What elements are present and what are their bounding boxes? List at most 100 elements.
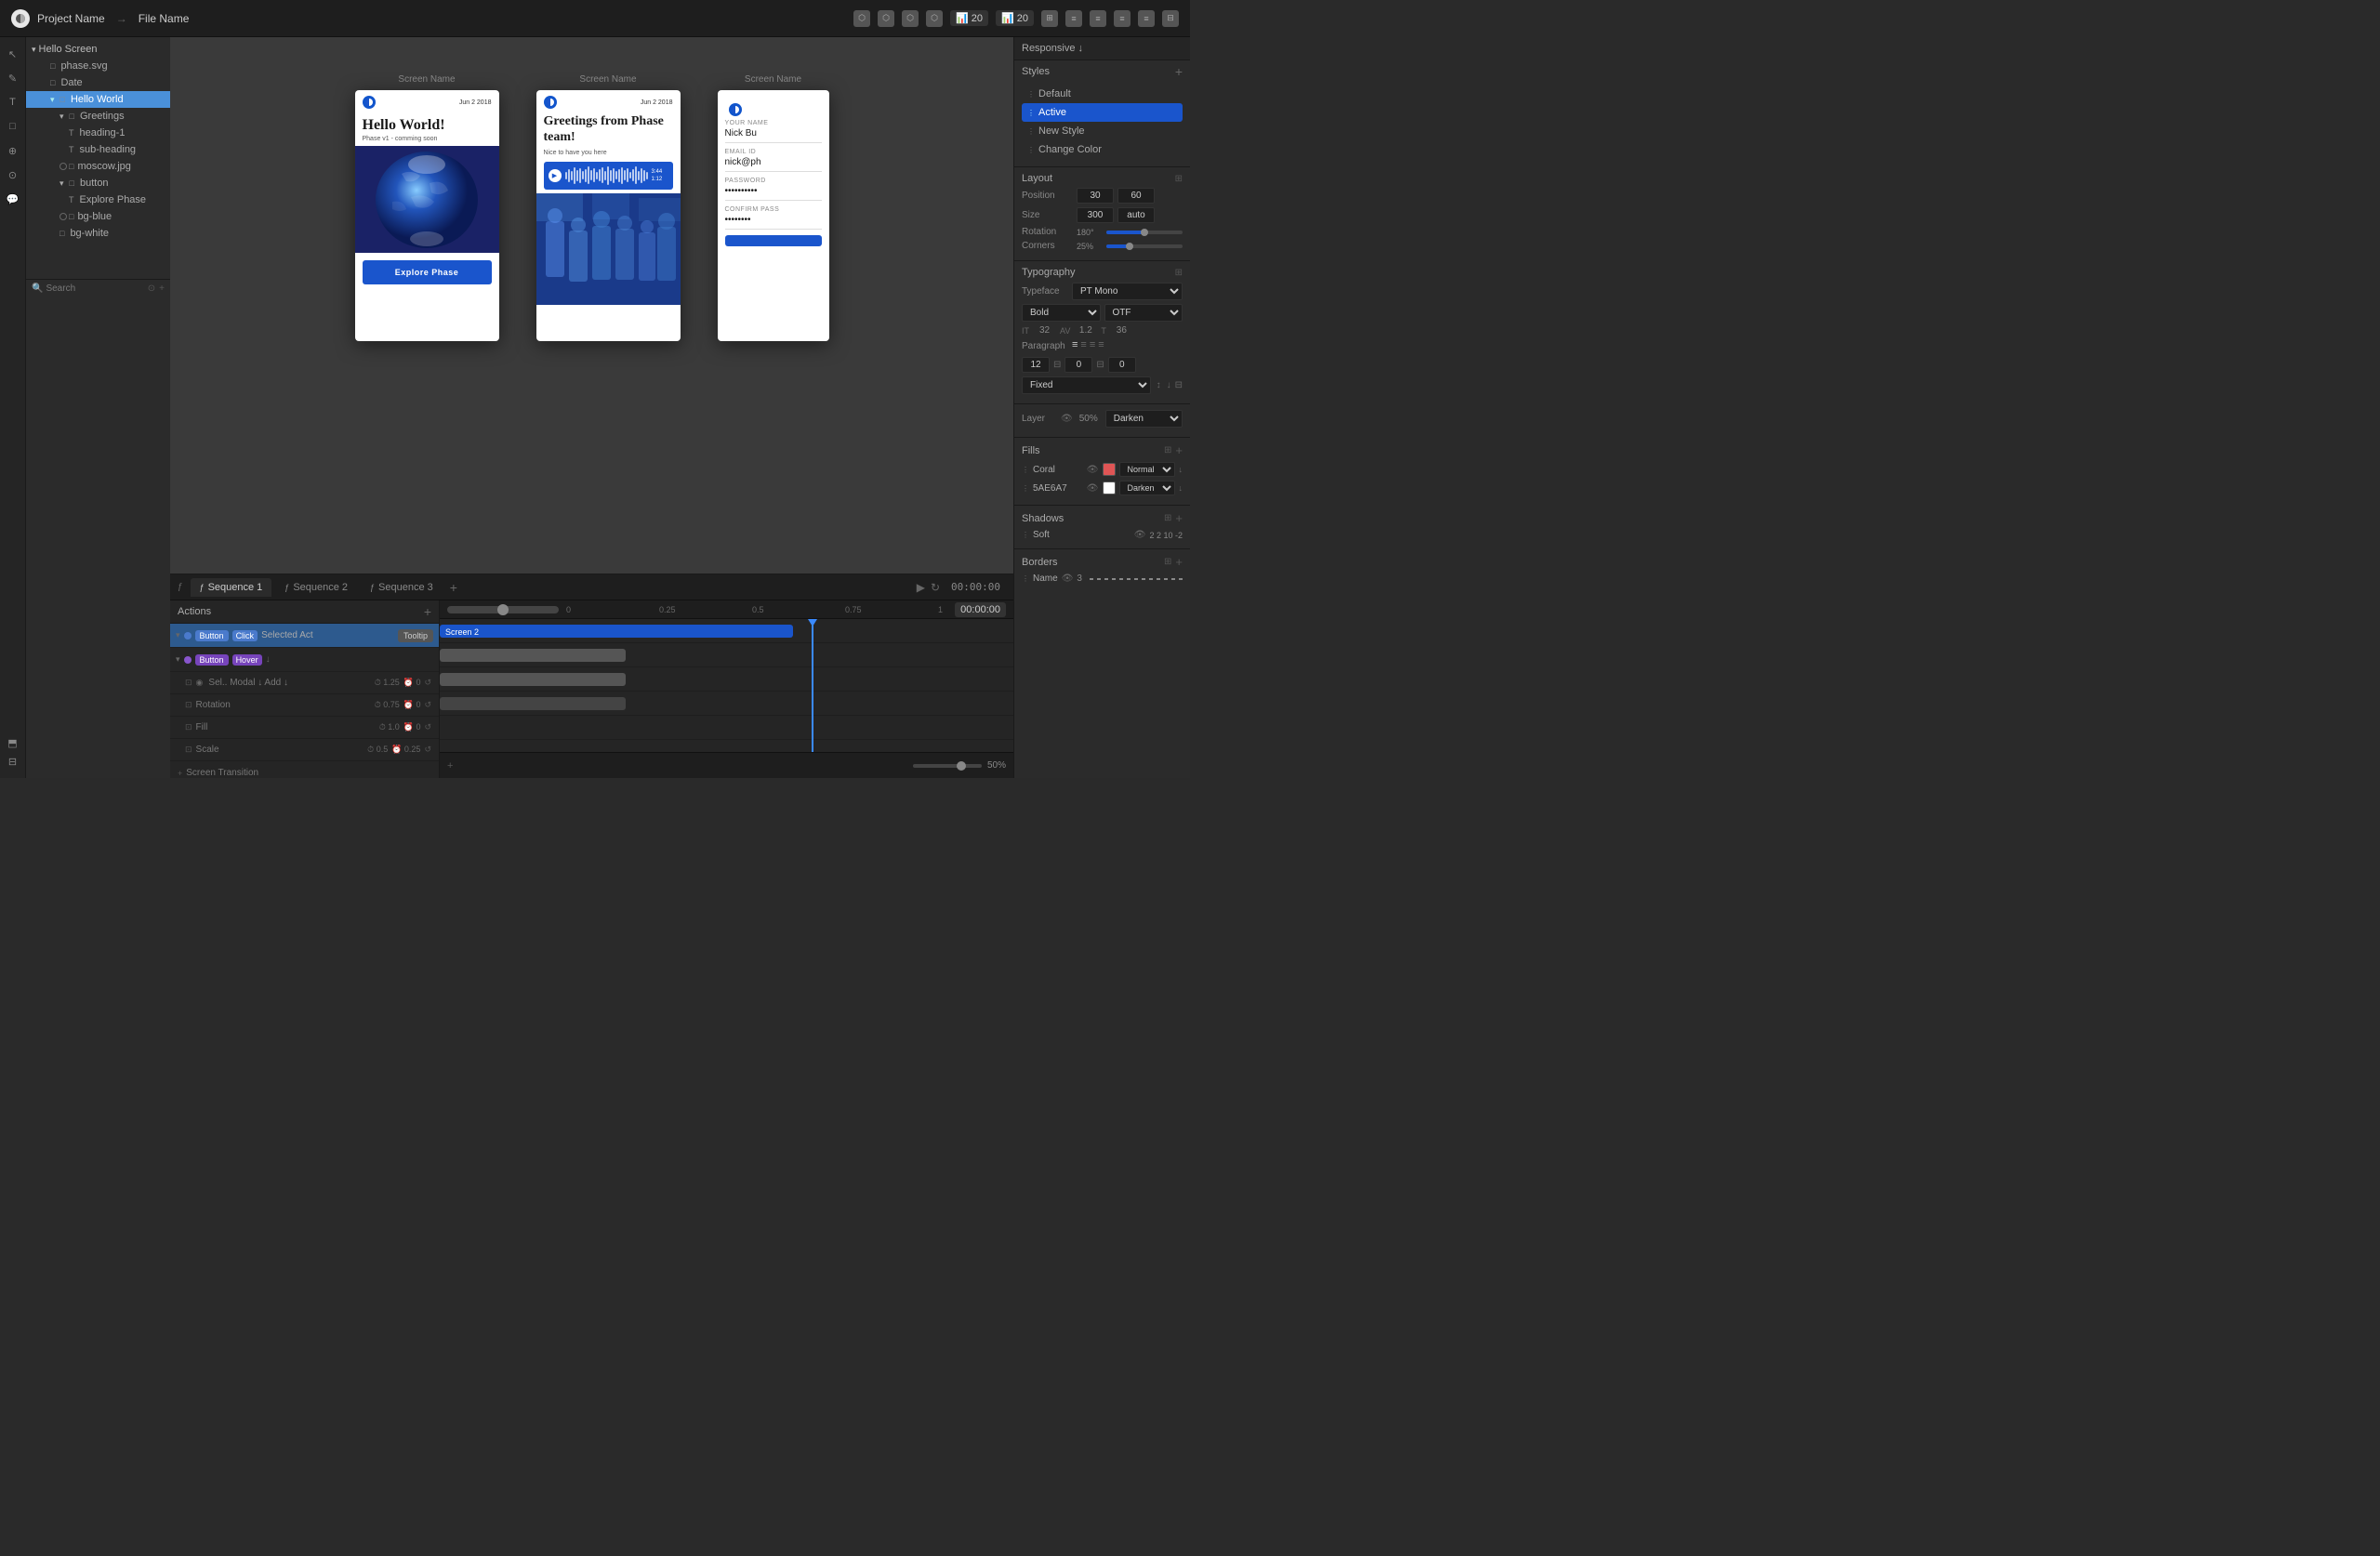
align-left-icon[interactable]: ≡ (1065, 10, 1082, 27)
screen-frame-1[interactable]: Jun 2 2018 Hello World! Phase v1 - commi… (355, 90, 499, 341)
position-y-input[interactable]: 60 (1117, 188, 1155, 204)
layer-group-hello-screen[interactable]: ▾ Hello Screen (26, 41, 170, 58)
corners-handle[interactable] (1126, 243, 1133, 250)
action-row-hover[interactable]: ▾ Button Hover ↓ (170, 648, 439, 672)
layer-item-moscow[interactable]: □ moscow.jpg (26, 158, 170, 175)
position-x-input[interactable]: 30 (1077, 188, 1114, 204)
screen-frame-3[interactable]: YOUR NAME Nick Bu EMAIL ID nick@ph PASSW… (718, 90, 829, 341)
layer-item-heading1[interactable]: T heading-1 (26, 125, 170, 141)
add-shadow-button[interactable]: + (1175, 511, 1183, 525)
align-center-icon[interactable]: ≡ (1080, 339, 1086, 350)
fill-5ae6a7-mode[interactable]: Darken (1119, 481, 1175, 495)
preset-change-color[interactable]: ⋮ Change Color (1022, 140, 1183, 159)
timeline-bar-screen2[interactable]: Screen 2 (440, 625, 793, 638)
corners-slider[interactable] (1106, 244, 1183, 248)
para-space-input[interactable] (1108, 357, 1136, 373)
tab-sequence-2[interactable]: ƒ Sequence 2 (275, 578, 357, 597)
sub-action-scale[interactable]: ⊡ Scale ⏱ 0.5 ⏰ 0.25 ↺ (170, 739, 439, 761)
select-tool[interactable]: ↖ (4, 45, 22, 63)
loop-button[interactable]: ↻ (931, 581, 940, 594)
settings-icon[interactable]: ⬡ (902, 10, 919, 27)
blend-select[interactable]: Darken (1105, 410, 1183, 428)
pen-tool[interactable]: ✎ (4, 69, 22, 87)
layer-item-bg-blue[interactable]: □ bg-blue (26, 208, 170, 225)
para-spacing-input[interactable] (1022, 357, 1050, 373)
add-style-button[interactable]: + (1175, 64, 1183, 79)
align-justify-icon[interactable]: ≡ (1098, 339, 1104, 350)
layer-search[interactable]: 🔍 Search (32, 284, 75, 294)
rect-tool[interactable]: □ (4, 117, 22, 136)
eye-icon[interactable]: 👁 (1061, 414, 1073, 424)
rotation-handle[interactable] (1141, 229, 1148, 236)
typeface-select[interactable]: PT Mono (1072, 283, 1183, 300)
playhead[interactable] (812, 619, 813, 752)
zoom-track[interactable] (913, 764, 982, 768)
play-button[interactable]: ▶ (549, 169, 562, 182)
fill-coral-swatch[interactable] (1103, 463, 1116, 476)
share-icon[interactable]: ⬡ (853, 10, 870, 27)
preset-active[interactable]: ⋮ Active (1022, 103, 1183, 122)
zoom-handle[interactable] (957, 761, 966, 771)
screen3-button[interactable] (725, 235, 822, 246)
size-h-input[interactable]: auto (1117, 207, 1155, 223)
fixed-select[interactable]: Fixed (1022, 376, 1151, 394)
sub-action-fill[interactable]: ⊡ Fill ⏱ 1.0 ⏰ 0 ↺ (170, 717, 439, 739)
border-name-eye[interactable]: 👁 (1062, 574, 1074, 584)
fill-5ae6a7-eye[interactable]: 👁 (1087, 483, 1099, 494)
screen-frame-2[interactable]: Jun 2 2018 Greetings from Phase team! Ni… (536, 90, 681, 341)
search-add-icon[interactable]: + (159, 284, 165, 294)
shadow-soft-eye[interactable]: 👁 (1134, 530, 1146, 540)
add-sequence-button[interactable]: + (450, 580, 457, 595)
play-button[interactable]: ▶ (917, 581, 925, 594)
layer-item-greetings[interactable]: ▾ □ Greetings (26, 108, 170, 125)
tab-sequence-3[interactable]: ƒ Sequence 3 (361, 578, 443, 597)
fill-coral-eye[interactable]: 👁 (1087, 465, 1099, 475)
size-w-input[interactable]: 300 (1077, 207, 1114, 223)
layer-item-explore-phase[interactable]: T Explore Phase (26, 191, 170, 208)
layers-icon[interactable]: ⊟ (1162, 10, 1179, 27)
search-filter-icon[interactable]: ⊙ (148, 284, 155, 294)
layer-item-subheading[interactable]: T sub-heading (26, 141, 170, 158)
action-expand-icon[interactable]: ▾ (176, 630, 180, 640)
action-down-icon[interactable]: ↓ (266, 654, 271, 665)
timeline-scrubber[interactable] (447, 606, 559, 613)
sub-action-screen-transition[interactable]: ⊡ ◉ Sel.. Modal ↓ Add ↓ ⏱ 1.25 ⏰ 0 ↺ (170, 672, 439, 694)
action-row-selected[interactable]: ▾ Button Click Selected Act Tooltip (170, 624, 439, 648)
font-format-select[interactable]: OTF (1104, 304, 1183, 322)
align-right-icon[interactable]: ≡ (1114, 10, 1130, 27)
timeline-bar-scale[interactable] (440, 697, 626, 710)
tab-sequence-1[interactable]: ƒ Sequence 1 (191, 578, 272, 597)
add-border-button[interactable]: + (1175, 555, 1183, 569)
timeline-bar-rotation[interactable] (440, 649, 626, 662)
align-center-icon[interactable]: ≡ (1090, 10, 1106, 27)
rotation-slider[interactable] (1106, 231, 1183, 234)
zoom-slider[interactable]: 50% (913, 760, 1006, 771)
timeline-bar-fill[interactable] (440, 673, 626, 686)
layer-item-button[interactable]: ▾ □ button (26, 175, 170, 191)
layers-tool[interactable]: ⊟ (4, 752, 22, 771)
grid-icon[interactable]: ⊞ (1041, 10, 1058, 27)
zoom-tool[interactable]: ⊙ (4, 165, 22, 184)
layer-item-phase-svg[interactable]: □ phase.svg (26, 58, 170, 74)
zoom-level-1[interactable]: 📊 20 (950, 10, 988, 26)
fill-5ae6a7-swatch[interactable] (1103, 481, 1116, 494)
hover-expand-icon[interactable]: ▾ (176, 654, 180, 665)
font-weight-select[interactable]: Bold (1022, 304, 1101, 322)
para-indent1-input[interactable] (1064, 357, 1092, 373)
preset-new-style[interactable]: ⋮ New Style (1022, 122, 1183, 140)
distribute-icon[interactable]: ≡ (1138, 10, 1155, 27)
zoom-level-2[interactable]: 📊 20 (996, 10, 1034, 26)
add-track-button[interactable]: + (447, 760, 453, 771)
history-icon[interactable]: ⬡ (926, 10, 943, 27)
align-right-icon[interactable]: ≡ (1090, 339, 1095, 350)
layer-item-bg-white[interactable]: □ bg-white (26, 225, 170, 242)
fill-coral-mode[interactable]: Normal (1119, 462, 1175, 477)
screen1-explore-button[interactable]: Explore Phase (363, 260, 492, 284)
sub-action-rotation[interactable]: ⊡ Rotation ⏱ 0.75 ⏰ 0 ↺ (170, 694, 439, 717)
add-fill-button[interactable]: + (1175, 443, 1183, 457)
layer-item-hello-world[interactable]: ▾ □ Hello World (26, 91, 170, 108)
scrubber-handle[interactable] (497, 604, 509, 615)
preset-default[interactable]: ⋮ Default (1022, 85, 1183, 103)
align-left-icon[interactable]: ≡ (1072, 339, 1078, 350)
text-tool[interactable]: T (4, 93, 22, 112)
